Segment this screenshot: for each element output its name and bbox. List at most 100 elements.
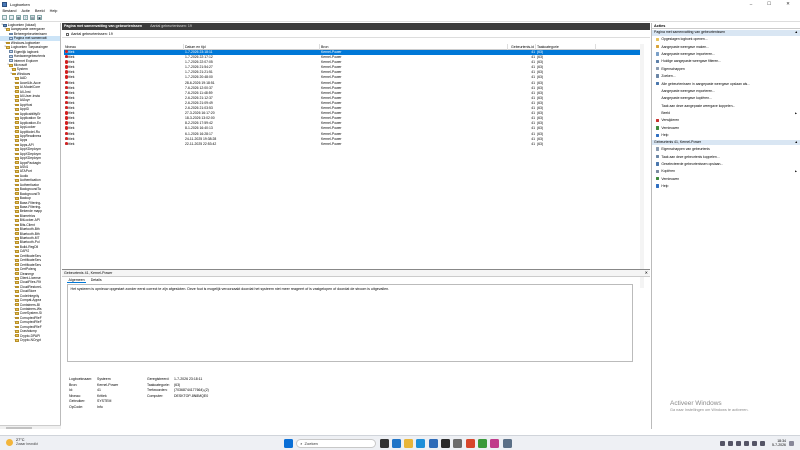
system-clock[interactable]: 18:34 5-7-2026 xyxy=(772,439,786,448)
app-icon-red[interactable] xyxy=(465,438,475,448)
toolbar: ← → ▦ ? ▤ ▣ xyxy=(0,14,800,22)
summary-pane: Pagina met samenvatting van gebeurteniss… xyxy=(62,23,650,429)
folder-icon xyxy=(15,272,19,276)
action-item[interactable]: Aangepaste weergave kopiëren... xyxy=(652,95,800,102)
maximize-button[interactable]: ☐ xyxy=(762,0,776,8)
event-viewer-taskbar-icon[interactable] xyxy=(502,438,512,448)
folder-icon xyxy=(15,303,19,307)
event-level: Kritiek xyxy=(65,141,74,147)
action-item[interactable]: Vernieuwen xyxy=(652,124,800,131)
clock-date: 5-7-2026 xyxy=(771,443,786,447)
action-item[interactable]: Geselecteerde gebeurtenissen opslaan... xyxy=(652,160,800,167)
folder-icon xyxy=(9,63,13,67)
folder-icon xyxy=(15,152,19,156)
action-label: Help xyxy=(661,133,669,138)
start-windows-icon[interactable] xyxy=(284,438,293,448)
volume-icon[interactable] xyxy=(751,440,757,446)
action-item[interactable]: Verwijderen xyxy=(652,117,800,124)
tray-camera-icon[interactable] xyxy=(735,440,741,446)
events-vertical-scrollbar[interactable] xyxy=(640,44,644,288)
tab-general[interactable]: Algemeen xyxy=(67,278,87,283)
folder-icon xyxy=(15,130,19,134)
show-hide-tree-button[interactable]: ▦ xyxy=(16,15,21,20)
app-icon-pink[interactable] xyxy=(490,438,500,448)
weather-widget[interactable]: 27°C Zwaar bewolkt xyxy=(6,438,38,446)
terminal-icon[interactable] xyxy=(441,438,451,448)
filter-icon[interactable] xyxy=(66,32,69,36)
event-message-text: Het systeem is opnieuw opgestart zonder … xyxy=(70,287,390,291)
folder-icon xyxy=(15,227,19,231)
forward-button[interactable]: → xyxy=(9,15,14,20)
file-explorer-icon[interactable] xyxy=(404,438,414,448)
edge-browser-icon[interactable] xyxy=(416,438,426,448)
action-item[interactable]: Aangepaste weergave exporteren... xyxy=(652,87,800,94)
title-bar[interactable]: Logboeken – ☐ ✕ xyxy=(0,0,800,8)
action-item[interactable]: Taak aan deze aangepaste weergave koppel… xyxy=(652,102,800,109)
folder-icon xyxy=(15,85,19,89)
tab-details[interactable]: Details xyxy=(89,278,103,282)
action-item[interactable]: Help xyxy=(652,132,800,139)
battery-icon[interactable] xyxy=(759,440,765,446)
action-icon xyxy=(656,96,660,101)
menu-help[interactable]: Help xyxy=(47,9,60,13)
folder-icon xyxy=(15,338,19,342)
event-row[interactable]: Kritiek 22-11-2025 22:53:42 Kernel-Power 41… xyxy=(64,141,644,147)
action-item[interactable]: Zoeken... xyxy=(652,72,800,79)
taskbar: 27°C Zwaar bewolkt ⌕ Zoeken 18:34 5-7-202… xyxy=(0,435,800,450)
action-item[interactable]: Opgeslagen logboek openen... xyxy=(652,36,800,43)
folder-icon xyxy=(15,334,19,338)
detail-tabs: Algemeen Details xyxy=(62,277,650,283)
collapse-up-icon[interactable]: ▲ xyxy=(795,30,798,36)
taskbar-apps: ⌕ Zoeken xyxy=(284,438,512,448)
navigation-tree[interactable]: ▾ Logboeken (lokaal) ▾ Aangepaste weergaven… xyxy=(0,23,61,425)
computer-icon xyxy=(3,23,7,27)
tree-scroll-thumb[interactable] xyxy=(6,426,32,429)
event-source: Kernel-Power xyxy=(321,141,342,146)
action-item[interactable]: Help xyxy=(652,182,800,189)
action-item[interactable]: Eigenschappen xyxy=(652,65,800,72)
menu-view[interactable]: Beeld xyxy=(32,9,47,13)
store-icon[interactable] xyxy=(428,438,438,448)
action-item[interactable]: Eigenschappen van gebeurtenis xyxy=(652,145,800,152)
menu-file[interactable]: Bestand xyxy=(0,9,19,13)
action-label: Vernieuwen xyxy=(661,125,680,130)
detail-close-icon[interactable]: ✕ xyxy=(645,270,648,275)
action-item[interactable]: Aangepaste weergave importeren... xyxy=(652,50,800,57)
show-hide-actions-button[interactable]: ▣ xyxy=(37,15,42,20)
notification-bell-icon[interactable] xyxy=(789,440,794,446)
folder-icon xyxy=(15,192,19,196)
events-table-body: Kritiek 1-7-2026 23:18:11 Kernel-Power 41 (6… xyxy=(64,50,644,147)
action-item[interactable]: Huidige aangepaste weergave filteren... xyxy=(652,58,800,65)
detail-header: Gebeurtenis 41, Kernel-Power ✕ xyxy=(62,270,650,277)
action-item[interactable]: Beeld ▶ xyxy=(652,109,800,116)
help-button[interactable]: ? xyxy=(23,15,28,20)
folder-icon xyxy=(15,143,19,147)
task-view-icon[interactable] xyxy=(379,438,389,448)
tree-horizontal-scrollbar[interactable] xyxy=(0,425,61,429)
wifi-icon[interactable] xyxy=(743,440,749,446)
menu-action[interactable]: Actie xyxy=(19,9,32,13)
action-item[interactable]: Taak aan deze gebeurtenis koppelen... xyxy=(652,153,800,160)
close-button[interactable]: ✕ xyxy=(781,0,795,8)
folder-icon xyxy=(15,125,19,129)
tray-app-icon[interactable] xyxy=(727,440,733,446)
properties-button[interactable]: ▤ xyxy=(30,15,35,20)
collapse-up-icon[interactable]: ▲ xyxy=(795,140,798,146)
minimize-button[interactable]: – xyxy=(744,0,758,8)
tray-chevron-up-icon[interactable] xyxy=(719,440,725,446)
taskbar-search[interactable]: ⌕ Zoeken xyxy=(296,438,377,448)
settings-gear-icon[interactable] xyxy=(453,438,463,448)
action-item[interactable]: Kopiëren ▶ xyxy=(652,168,800,175)
folder-icon xyxy=(15,236,19,240)
action-item[interactable]: Alle gebeurtenissen in aangepaste weerga… xyxy=(652,80,800,87)
action-item[interactable]: Aangepaste weergave maken... xyxy=(652,43,800,50)
folder-icon xyxy=(15,179,19,182)
folder-icon xyxy=(15,263,19,267)
chrome-browser-icon[interactable] xyxy=(477,438,487,448)
action-item[interactable]: Vernieuwen xyxy=(652,175,800,182)
folder-icon xyxy=(15,139,19,142)
tree-item[interactable]: › Crypto-NCrypt xyxy=(0,338,60,342)
widgets-icon[interactable] xyxy=(391,438,401,448)
action-icon xyxy=(656,89,660,93)
back-button[interactable]: ← xyxy=(2,15,7,20)
